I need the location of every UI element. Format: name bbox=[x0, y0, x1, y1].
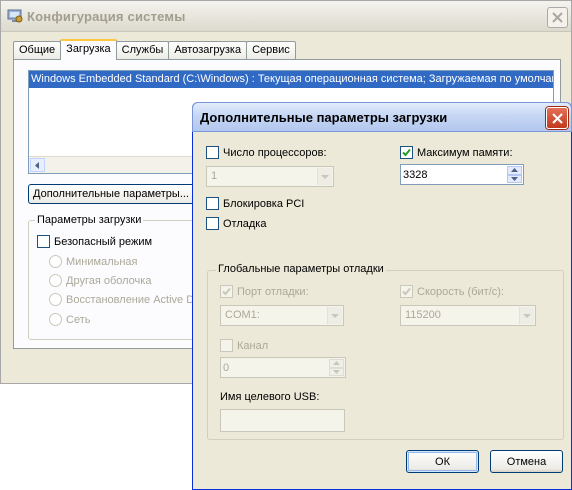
spin-down-button[interactable] bbox=[507, 174, 522, 183]
max-memory-checkbox[interactable] bbox=[400, 146, 413, 159]
baud-rate-combo[interactable]: 115200 bbox=[400, 305, 536, 326]
global-debug-settings-group: Глобальные параметры отладки Порт отладк… bbox=[207, 263, 564, 440]
tab-boot[interactable]: Загрузка bbox=[60, 39, 117, 60]
chevron-down-icon bbox=[331, 313, 339, 318]
max-memory-label: Максимум памяти: bbox=[417, 146, 513, 159]
radio-alternate-shell-row[interactable]: Другая оболочка bbox=[49, 274, 151, 287]
channel-input[interactable] bbox=[223, 360, 323, 375]
radio-minimal[interactable] bbox=[49, 255, 62, 268]
checkmark-icon bbox=[402, 148, 411, 157]
close-button[interactable] bbox=[547, 7, 568, 28]
debug-row[interactable]: Отладка bbox=[206, 217, 266, 230]
tab-services[interactable]: Службы bbox=[115, 41, 170, 60]
boot-options-legend: Параметры загрузки bbox=[35, 214, 144, 226]
debug-label: Отладка bbox=[223, 217, 267, 230]
global-debug-legend: Глобальные параметры отладки bbox=[216, 263, 386, 275]
channel-spin-buttons[interactable] bbox=[329, 359, 344, 376]
baud-rate-checkbox[interactable] bbox=[400, 285, 413, 298]
channel-row[interactable]: Канал bbox=[220, 339, 268, 352]
chevron-up-icon bbox=[511, 168, 518, 173]
channel-checkbox[interactable] bbox=[220, 339, 233, 352]
advanced-boot-options-dialog: Дополнительные параметры загрузки Число … bbox=[192, 102, 572, 490]
spin-down-button[interactable] bbox=[329, 367, 344, 376]
chevron-down-icon bbox=[333, 369, 340, 374]
tab-strip: Общие Загрузка Службы Автозагрузка Серви… bbox=[13, 39, 296, 60]
msconfig-app-icon bbox=[7, 9, 23, 23]
radio-ad-repair[interactable] bbox=[49, 293, 62, 306]
chevron-up-icon bbox=[333, 361, 340, 366]
desktop-background bbox=[0, 384, 192, 490]
radio-network-row[interactable]: Сеть bbox=[49, 313, 90, 326]
channel-spinbox[interactable] bbox=[220, 357, 346, 378]
max-memory-spin-buttons[interactable] bbox=[507, 166, 522, 183]
tab-tools[interactable]: Сервис bbox=[246, 41, 296, 60]
dialog-title-bar: Дополнительные параметры загрузки bbox=[192, 102, 572, 132]
num-processors-checkbox[interactable] bbox=[206, 146, 219, 159]
debug-port-dropdown-button[interactable] bbox=[327, 307, 342, 324]
pci-lock-row[interactable]: Блокировка PCI bbox=[206, 197, 304, 210]
baud-rate-label: Скорость (бит/с): bbox=[417, 285, 504, 298]
num-processors-dropdown-button[interactable] bbox=[317, 168, 332, 185]
close-icon bbox=[552, 12, 563, 23]
baud-rate-value: 115200 bbox=[405, 309, 441, 321]
spin-up-button[interactable] bbox=[507, 166, 522, 175]
channel-label: Канал bbox=[237, 339, 269, 352]
ok-button[interactable]: ОК bbox=[406, 450, 479, 473]
baud-rate-row[interactable]: Скорость (бит/с): bbox=[400, 285, 504, 298]
radio-minimal-row[interactable]: Минимальная bbox=[49, 255, 138, 268]
advanced-options-button[interactable]: Дополнительные параметры... bbox=[28, 184, 206, 204]
safe-mode-checkbox-row[interactable]: Безопасный режим bbox=[37, 235, 152, 248]
debug-port-row[interactable]: Порт отладки: bbox=[220, 285, 309, 298]
dialog-title: Дополнительные параметры загрузки bbox=[200, 110, 448, 125]
safe-mode-label: Безопасный режим bbox=[54, 235, 153, 248]
debug-port-label: Порт отладки: bbox=[237, 285, 309, 298]
checkmark-icon bbox=[402, 287, 411, 296]
num-processors-row[interactable]: Число процессоров: bbox=[206, 146, 327, 159]
usb-target-input[interactable] bbox=[220, 409, 345, 432]
debug-port-value: COM1: bbox=[225, 309, 260, 321]
pci-lock-checkbox[interactable] bbox=[206, 197, 219, 210]
chevron-down-icon bbox=[321, 174, 329, 179]
close-icon bbox=[551, 112, 563, 124]
cancel-button[interactable]: Отмена bbox=[490, 450, 563, 473]
title-bar: Конфигурация системы bbox=[1, 1, 571, 32]
dialog-body: Число процессоров: 1 Максимум памяти: Бл… bbox=[196, 132, 568, 487]
spin-up-button[interactable] bbox=[329, 359, 344, 368]
num-processors-label: Число процессоров: bbox=[223, 146, 327, 159]
radio-network[interactable] bbox=[49, 313, 62, 326]
tab-general[interactable]: Общие bbox=[13, 41, 62, 60]
dialog-close-button[interactable] bbox=[546, 107, 568, 129]
max-memory-input[interactable] bbox=[403, 167, 503, 182]
checkmark-icon bbox=[222, 287, 231, 296]
pci-lock-label: Блокировка PCI bbox=[223, 197, 305, 210]
tab-startup[interactable]: Автозагрузка bbox=[168, 41, 248, 60]
radio-ad-repair-row[interactable]: Восстановление Active Dir bbox=[49, 293, 200, 306]
usb-target-label: Имя целевого USB: bbox=[220, 391, 320, 403]
chevron-down-icon bbox=[523, 313, 531, 318]
boot-entry-row[interactable]: Windows Embedded Standard (C:\Windows) :… bbox=[29, 71, 553, 88]
radio-alternate-shell-label: Другая оболочка bbox=[66, 274, 152, 287]
radio-ad-repair-label: Восстановление Active Dir bbox=[66, 293, 201, 306]
radio-network-label: Сеть bbox=[66, 313, 91, 326]
debug-port-combo[interactable]: COM1: bbox=[220, 305, 344, 326]
chevron-left-icon bbox=[35, 161, 39, 169]
num-processors-value: 1 bbox=[211, 170, 218, 182]
radio-minimal-label: Минимальная bbox=[66, 255, 138, 268]
max-memory-spinbox[interactable] bbox=[400, 164, 524, 185]
num-processors-combo[interactable]: 1 bbox=[206, 166, 334, 187]
chevron-down-icon bbox=[511, 176, 518, 181]
baud-rate-dropdown-button[interactable] bbox=[519, 307, 534, 324]
debug-port-checkbox[interactable] bbox=[220, 285, 233, 298]
radio-alternate-shell[interactable] bbox=[49, 274, 62, 287]
window-title: Конфигурация системы bbox=[27, 9, 186, 24]
debug-checkbox[interactable] bbox=[206, 217, 219, 230]
safe-mode-checkbox[interactable] bbox=[37, 235, 50, 248]
max-memory-row[interactable]: Максимум памяти: bbox=[400, 146, 513, 159]
scroll-left-button[interactable] bbox=[30, 158, 45, 172]
